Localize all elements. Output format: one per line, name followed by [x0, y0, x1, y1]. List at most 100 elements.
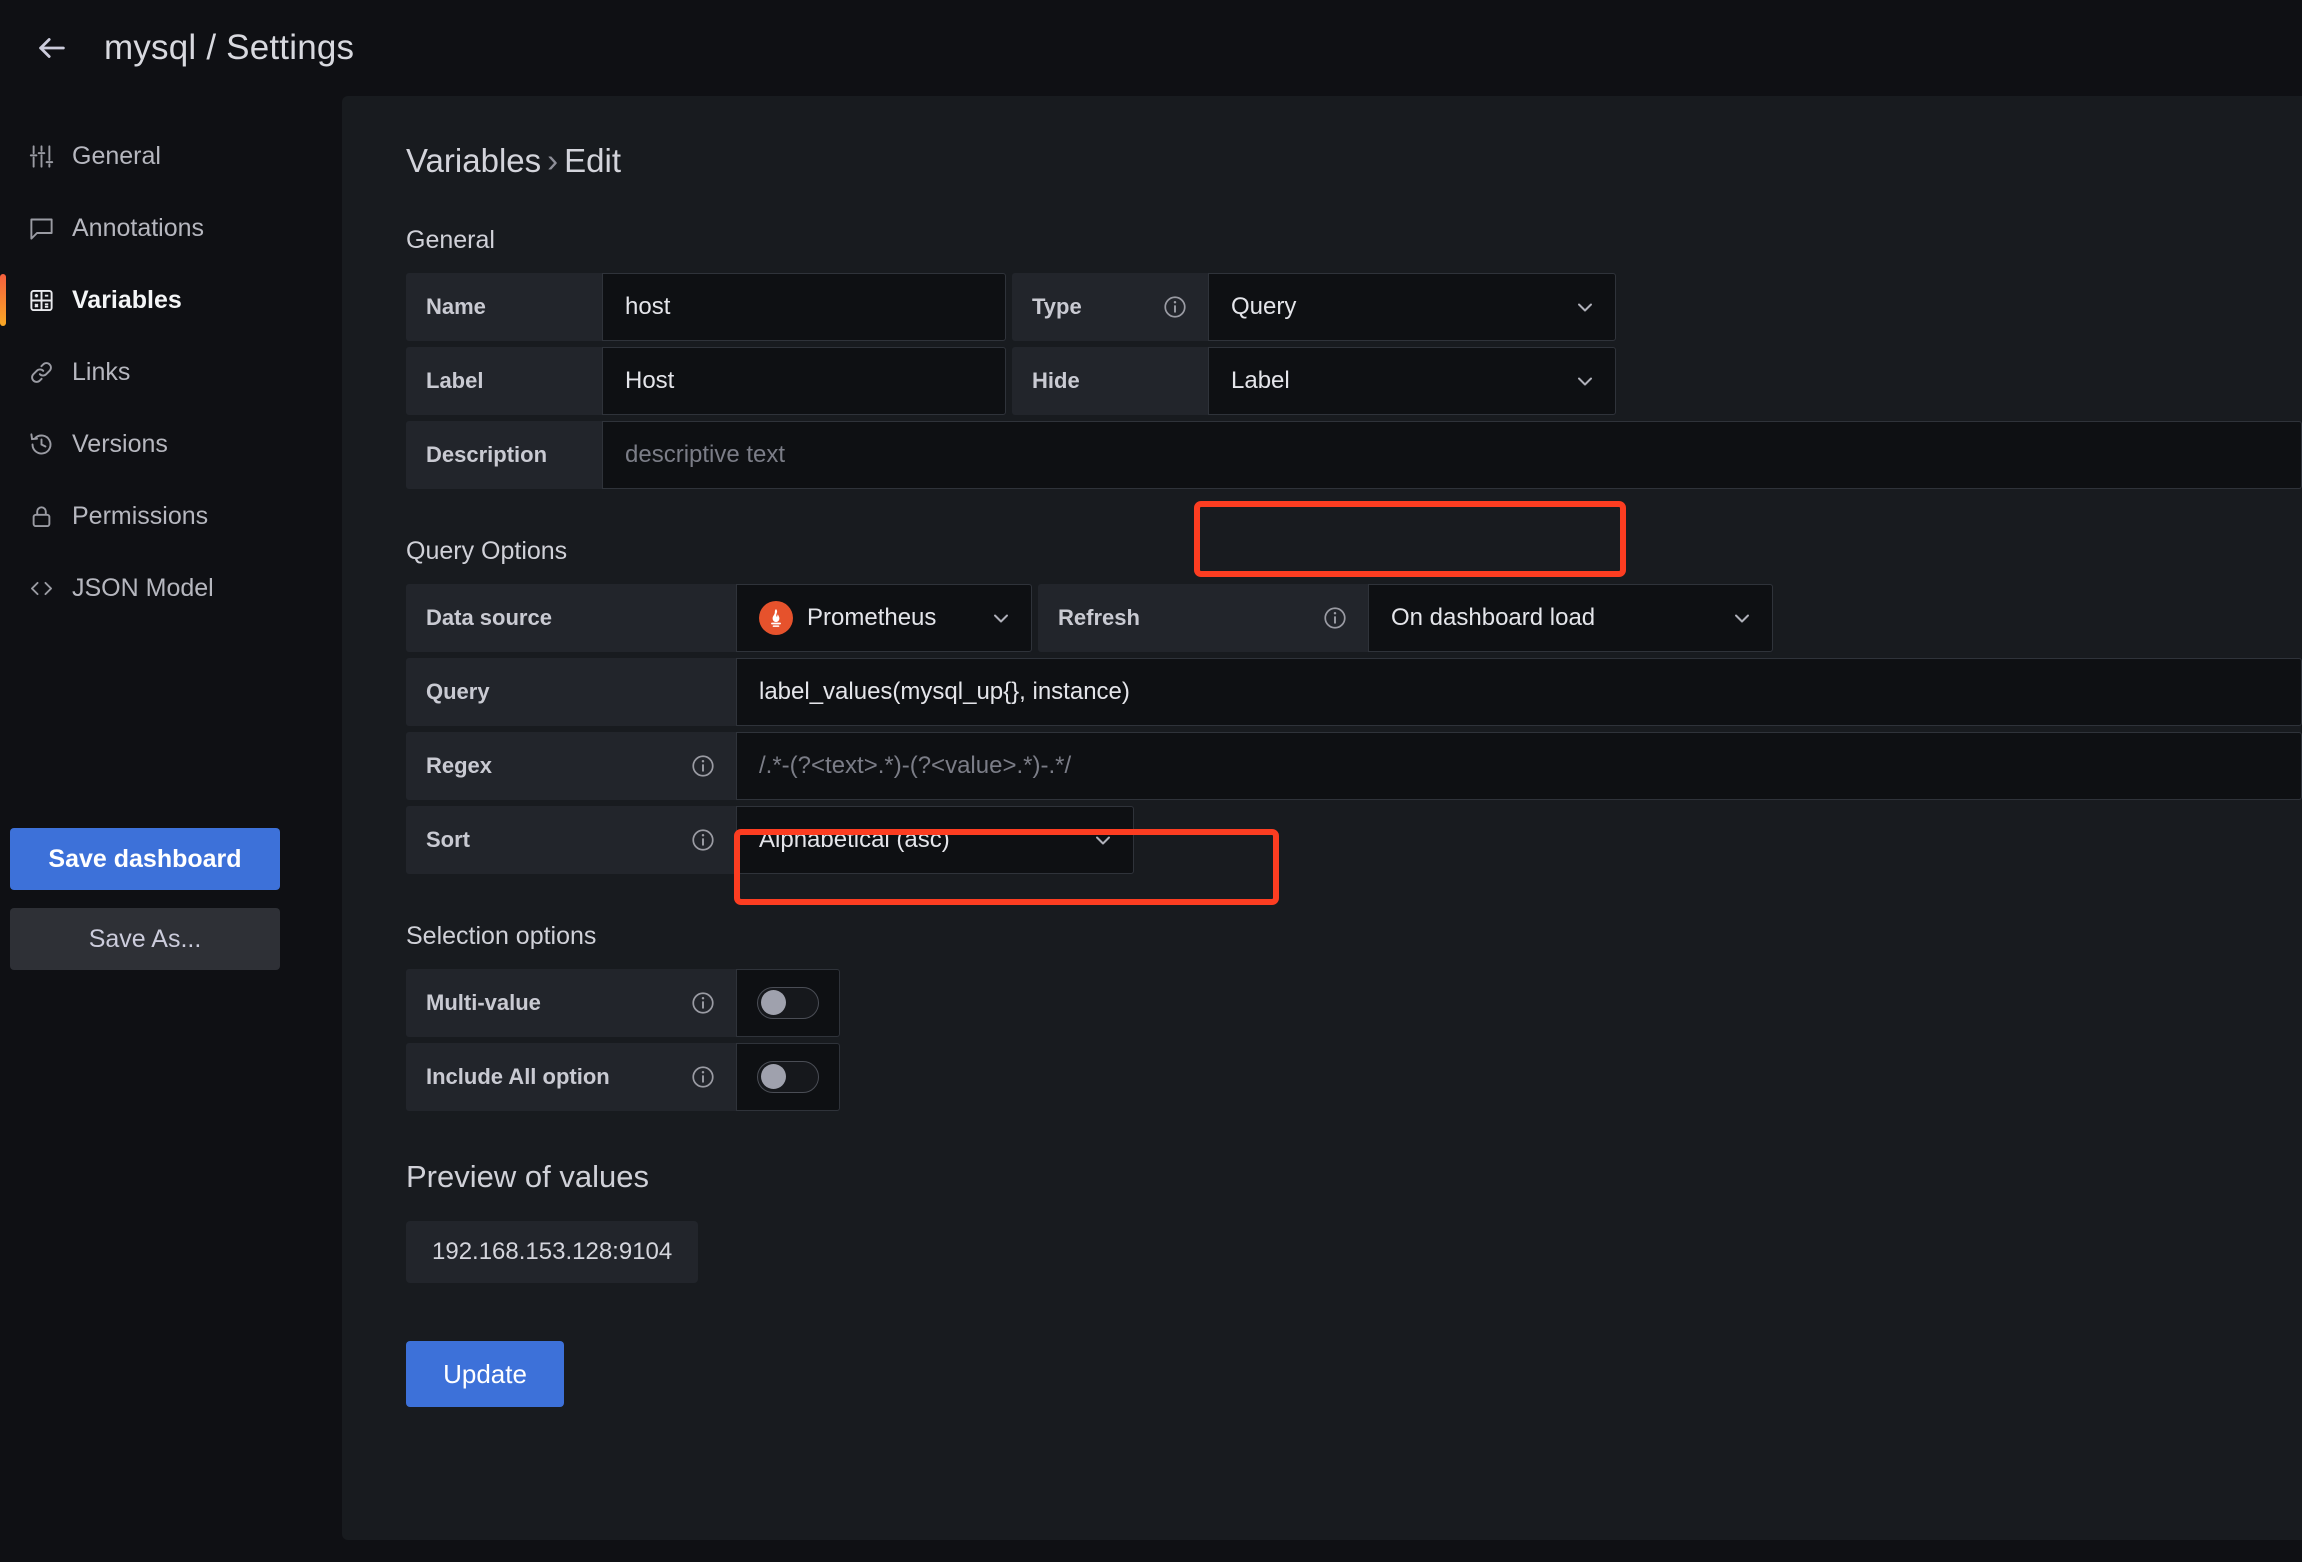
breadcrumb-current: Edit [564, 142, 622, 179]
arrow-left-icon [39, 38, 65, 58]
label-input[interactable]: Host [602, 347, 1006, 415]
selection-options-heading: Selection options [406, 922, 597, 950]
type-label: Type [1032, 294, 1082, 319]
name-field: Name host [406, 273, 1006, 341]
description-row: Description descriptive text [406, 421, 2302, 489]
top-bar: mysql / Settings [0, 0, 2302, 96]
grafana-dashboard-settings: mysql / Settings General Annotations Var… [0, 0, 2302, 1562]
datasource-value: Prometheus [807, 604, 937, 631]
include-all-field: Include All option [406, 1043, 840, 1111]
lock-icon [26, 501, 56, 531]
chevron-down-icon [1573, 369, 1597, 393]
sidebar-item-variables[interactable]: Variables [0, 264, 342, 336]
sidebar-item-label: General [72, 141, 161, 170]
sidebar-item-annotations[interactable]: Annotations [0, 192, 342, 264]
sort-value: Alphabetical (asc) [759, 826, 950, 853]
name-label: Name [426, 294, 486, 319]
sidebar-item-json-model[interactable]: JSON Model [0, 552, 342, 624]
page-title: mysql / Settings [104, 28, 355, 67]
info-icon[interactable] [690, 990, 716, 1016]
back-button[interactable] [24, 20, 80, 76]
sidebar-item-label: Permissions [72, 501, 209, 530]
info-icon[interactable] [690, 827, 716, 853]
info-icon[interactable] [690, 753, 716, 779]
prometheus-icon [759, 601, 793, 635]
datasource-select[interactable]: Prometheus [736, 584, 1032, 652]
history-icon [26, 429, 56, 459]
regex-input[interactable]: /.*-(?<text>.*)-(?<value>.*)-.*/ [736, 732, 2302, 800]
datasource-field: Data source Prometheus [406, 584, 1032, 652]
update-button[interactable]: Update [406, 1341, 564, 1407]
datasource-refresh-row: Data source Prometheus Refresh On dashbo… [406, 584, 2302, 652]
refresh-label: Refresh [1058, 605, 1140, 630]
sort-row: Sort Alphabetical (asc) [406, 806, 2302, 874]
table-grid-icon [26, 285, 56, 315]
query-row: Query label_values(mysql_up{}, instance) [406, 658, 2302, 726]
hide-field: Hide Label [1012, 347, 1616, 415]
chevron-down-icon [1730, 606, 1754, 630]
refresh-field: Refresh On dashboard load [1038, 584, 1773, 652]
label-field: Label Host [406, 347, 1006, 415]
sidebar-item-links[interactable]: Links [0, 336, 342, 408]
refresh-value: On dashboard load [1391, 604, 1596, 631]
include-all-toggle[interactable] [736, 1043, 840, 1111]
regex-label: Regex [426, 753, 493, 778]
description-field: Description descriptive text [406, 421, 2302, 489]
sidebar-actions: Save dashboard Save As... [10, 828, 280, 970]
query-field: Query label_values(mysql_up{}, instance) [406, 658, 2302, 726]
sidebar-item-general[interactable]: General [0, 120, 342, 192]
sidebar-item-label: Variables [72, 285, 182, 314]
type-field: Type Query [1012, 273, 1616, 341]
multi-value-row: Multi-value [406, 969, 2302, 1037]
multi-value-field: Multi-value [406, 969, 840, 1037]
toggle-knob [761, 990, 786, 1015]
multi-value-toggle[interactable] [736, 969, 840, 1037]
preview-value-chip: 192.168.153.128:9104 [406, 1221, 699, 1283]
sidebar-item-label: Versions [72, 429, 168, 458]
name-input[interactable]: host [602, 273, 1006, 341]
comment-icon [26, 213, 56, 243]
label-label: Label [426, 368, 484, 393]
toggle-knob [761, 1064, 786, 1089]
type-value: Query [1231, 293, 1297, 320]
hide-select[interactable]: Label [1208, 347, 1616, 415]
label-hide-row: Label Host Hide Label [406, 347, 2302, 415]
sidebar-item-permissions[interactable]: Permissions [0, 480, 342, 552]
query-label: Query [426, 679, 490, 704]
preview-heading: Preview of values [406, 1159, 649, 1194]
sidebar-item-label: Links [72, 357, 131, 386]
settings-sidebar: General Annotations Variables Links Vers… [0, 120, 342, 970]
sidebar-item-versions[interactable]: Versions [0, 408, 342, 480]
query-options-heading: Query Options [406, 537, 568, 565]
include-all-row: Include All option [406, 1043, 2302, 1111]
regex-field: Regex /.*-(?<text>.*)-(?<value>.*)-.*/ [406, 732, 2302, 800]
breadcrumb-parent[interactable]: Variables [406, 142, 541, 179]
breadcrumb: Variables › Edit [406, 142, 2302, 180]
sidebar-item-label: Annotations [72, 213, 205, 242]
sidebar-item-label: JSON Model [72, 573, 214, 602]
info-icon[interactable] [1162, 294, 1188, 320]
settings-panel: Variables›Edit General Name host Type [342, 96, 2302, 1540]
include-all-label: Include All option [426, 1064, 610, 1089]
type-select[interactable]: Query [1208, 273, 1616, 341]
info-icon[interactable] [1322, 605, 1348, 631]
multi-value-label: Multi-value [426, 990, 541, 1015]
link-icon [26, 357, 56, 387]
hide-label: Hide [1032, 368, 1080, 393]
sort-select[interactable]: Alphabetical (asc) [736, 806, 1134, 874]
sliders-icon [26, 141, 56, 171]
datasource-label: Data source [426, 605, 552, 630]
description-input[interactable]: descriptive text [602, 421, 2302, 489]
sort-field: Sort Alphabetical (asc) [406, 806, 1134, 874]
hide-value: Label [1231, 367, 1290, 394]
refresh-select[interactable]: On dashboard load [1368, 584, 1773, 652]
breadcrumb-separator: › [547, 142, 559, 179]
chevron-down-icon [1091, 828, 1115, 852]
info-icon[interactable] [690, 1064, 716, 1090]
chevron-down-icon [1573, 295, 1597, 319]
description-label: Description [426, 442, 548, 467]
save-dashboard-button[interactable]: Save dashboard [10, 828, 280, 890]
chevron-down-icon [989, 606, 1013, 630]
save-as-button[interactable]: Save As... [10, 908, 280, 970]
query-input[interactable]: label_values(mysql_up{}, instance) [736, 658, 2302, 726]
